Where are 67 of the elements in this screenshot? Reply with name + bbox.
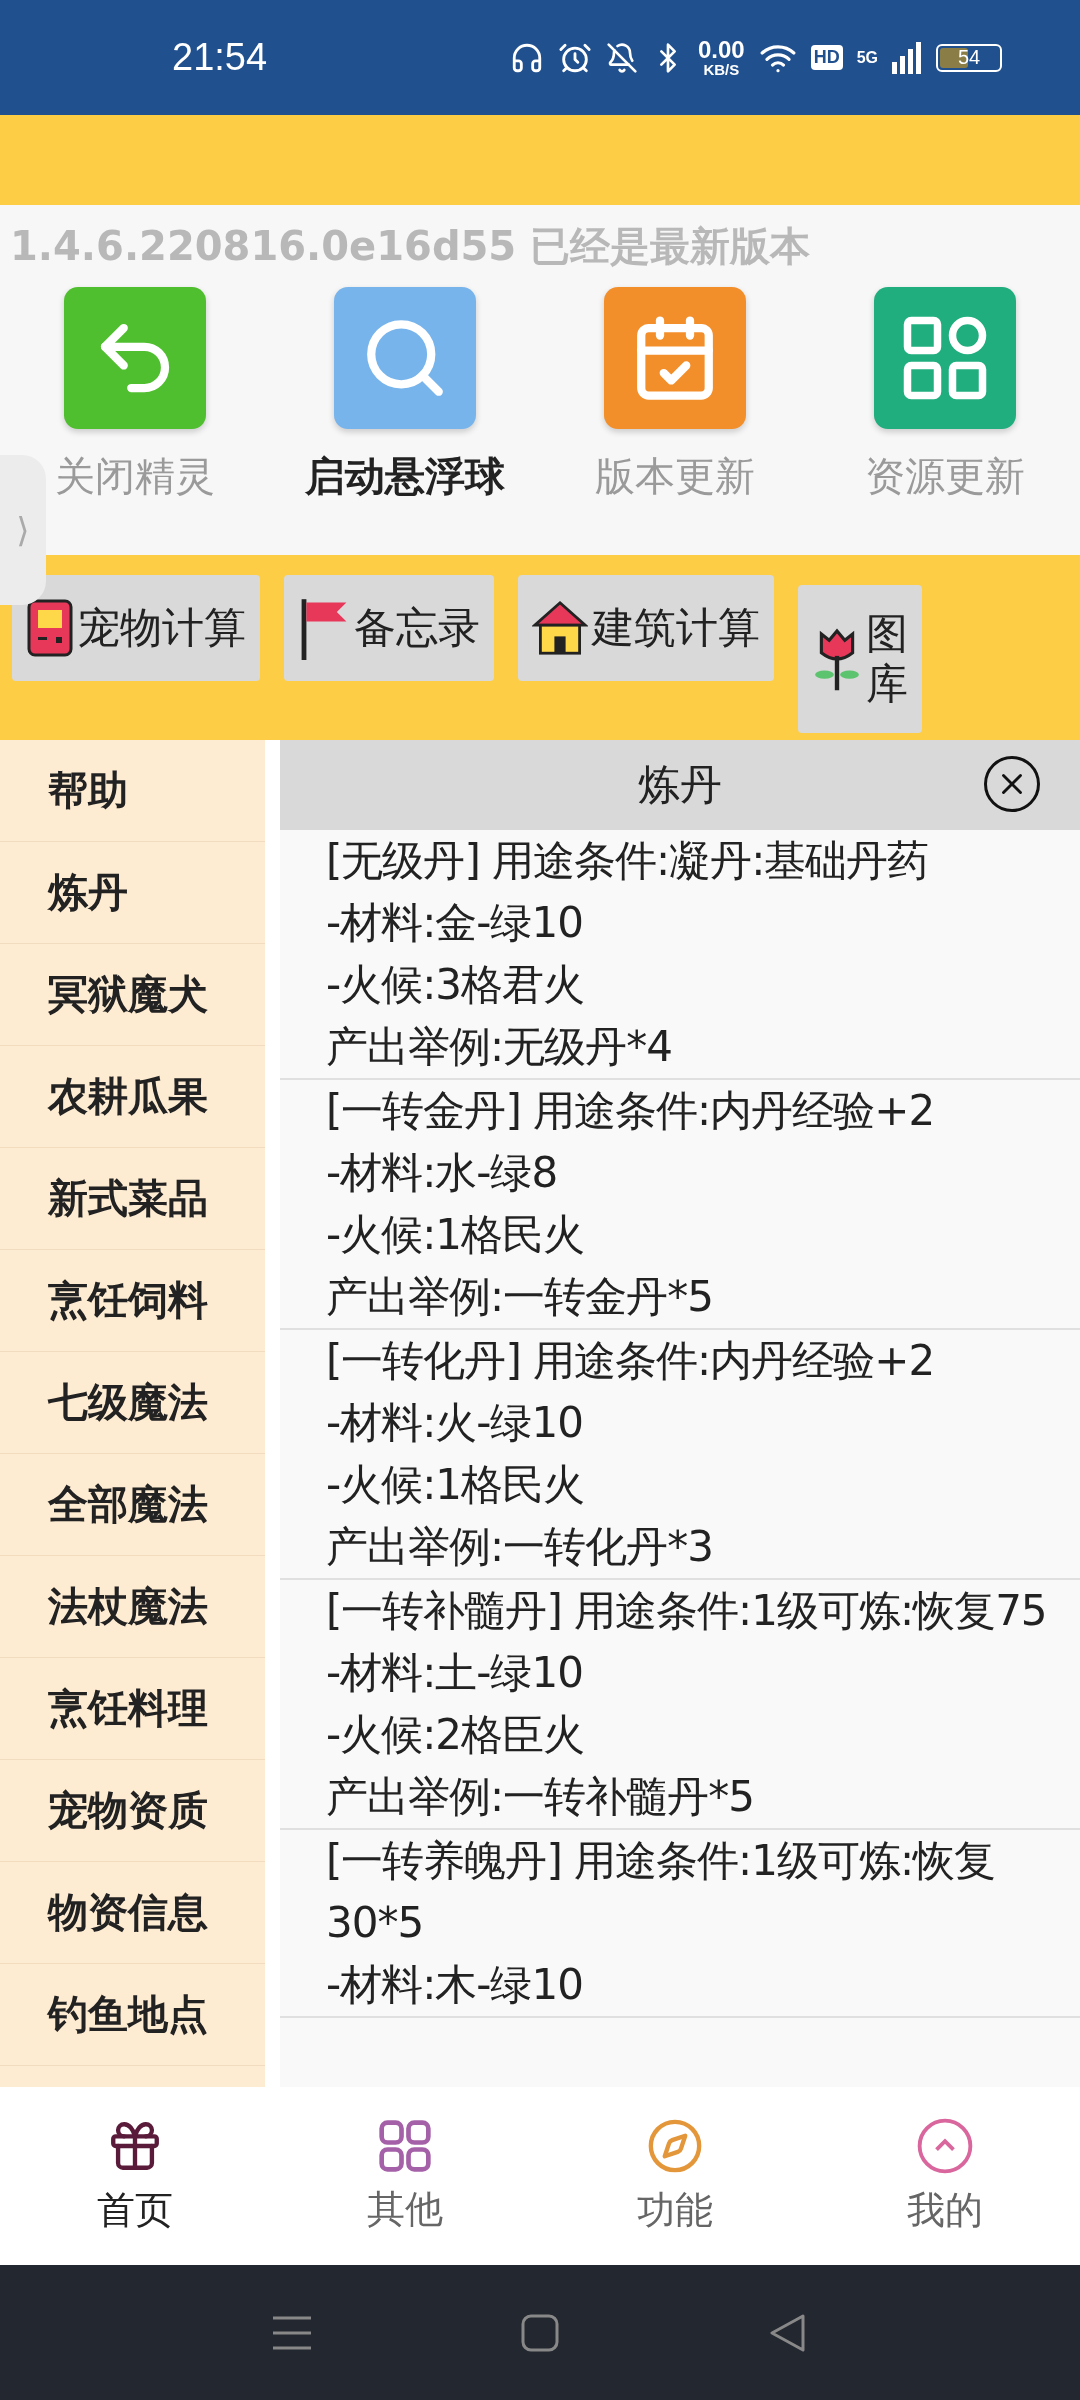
tool-button[interactable]: 建筑计算 bbox=[518, 575, 774, 681]
entry-line: -火候:1格民火 bbox=[326, 1459, 586, 1511]
sidebar-item[interactable]: 烹饪料理 bbox=[0, 1658, 265, 1760]
nav-tab[interactable]: 我的 bbox=[810, 2087, 1080, 2265]
clock-time: 21:54 bbox=[172, 36, 268, 79]
entry-line: -材料:土-绿10 bbox=[326, 1647, 584, 1699]
menu-icon[interactable] bbox=[273, 2314, 311, 2351]
network-type: 5G bbox=[856, 48, 878, 67]
shortcut-label: 版本更新 bbox=[595, 452, 755, 501]
sidebar-item[interactable]: 钓鱼地点 bbox=[0, 1964, 265, 2066]
entry-line: 产出举例:无级丹*4 bbox=[326, 1021, 673, 1073]
hd-badge: HD bbox=[810, 45, 843, 70]
entry-line: -材料:金-绿10 bbox=[326, 897, 584, 949]
sidebar-item[interactable]: 法杖魔法 bbox=[0, 1556, 265, 1658]
nav-tab[interactable]: 首页 bbox=[0, 2087, 270, 2265]
shortcut-label: 启动悬浮球 bbox=[305, 452, 505, 501]
sidebar-item[interactable]: 帮助 bbox=[0, 740, 265, 842]
house-icon bbox=[532, 599, 588, 657]
tool-button[interactable]: 宠物计算 bbox=[12, 575, 260, 681]
grid-icon bbox=[377, 2117, 433, 2174]
entry-line: [一转养魄丹] 用途条件:1级可炼:恢复30*5 bbox=[326, 1835, 997, 1949]
nav-label: 我的 bbox=[907, 2186, 983, 2234]
entry-line: [无级丹] 用途条件:凝丹:基础丹药 bbox=[326, 835, 930, 887]
shortcut-button[interactable]: 启动悬浮球 bbox=[270, 287, 540, 504]
signal-icon bbox=[892, 41, 922, 74]
entry-line: -火候:1格民火 bbox=[326, 1209, 586, 1261]
back-icon[interactable] bbox=[769, 2313, 807, 2352]
sidebar-item[interactable]: 烹饪饲料 bbox=[0, 1250, 265, 1352]
entry-line: [一转补髓丹] 用途条件:1级可炼:恢复75 bbox=[326, 1585, 1048, 1637]
tool-button[interactable]: 图库 bbox=[798, 585, 922, 733]
entry-line: -材料:火-绿10 bbox=[326, 1397, 584, 1449]
entry-line: [一转金丹] 用途条件:内丹经验+2 bbox=[326, 1085, 936, 1137]
entry-line: -材料:水-绿8 bbox=[326, 1147, 559, 1199]
nav-label: 首页 bbox=[97, 2186, 173, 2234]
sidebar-item[interactable]: 七级魔法 bbox=[0, 1352, 265, 1454]
sidebar-item[interactable]: 物资信息 bbox=[0, 1862, 265, 1964]
battery-icon: 54 bbox=[936, 43, 1002, 72]
version-notice: 1.4.6.220816.0e16d55 已经是最新版本 bbox=[9, 221, 812, 271]
entry-line: [一转化丹] 用途条件:内丹经验+2 bbox=[326, 1335, 936, 1387]
sidebar-item[interactable]: 新式菜品 bbox=[0, 1148, 265, 1250]
speed-value: 0.00 bbox=[697, 38, 745, 62]
entry-line: -火候:3格君火 bbox=[326, 959, 586, 1011]
sidebar-item[interactable]: 农耕瓜果 bbox=[0, 1046, 265, 1148]
flower-icon bbox=[812, 627, 862, 691]
nav-label: 其他 bbox=[367, 2185, 443, 2233]
entry-line: 产出举例:一转补髓丹*5 bbox=[326, 1771, 755, 1823]
sidebar-item[interactable]: 冥狱魔犬 bbox=[0, 944, 265, 1046]
shortcut-label: 资源更新 bbox=[865, 452, 1025, 501]
chevron-up-circle-icon bbox=[916, 2116, 974, 2175]
entry-line: 产出举例:一转化丹*3 bbox=[326, 1521, 714, 1573]
close-button[interactable] bbox=[984, 756, 1040, 812]
speed-unit: KB/S bbox=[703, 62, 740, 77]
nav-label: 功能 bbox=[637, 2186, 713, 2234]
entry-line: -火候:2格臣火 bbox=[326, 1709, 586, 1761]
sidebar-item[interactable]: 宠物资质 bbox=[0, 1760, 265, 1862]
tool-button[interactable]: 备忘录 bbox=[284, 575, 494, 681]
handheld-console-icon bbox=[26, 598, 74, 658]
panel-title: 炼丹 bbox=[638, 759, 722, 811]
sidebar-item[interactable]: 炼丹 bbox=[0, 842, 265, 944]
entry-line: 产出举例:一转金丹*5 bbox=[326, 1271, 714, 1323]
bell-off-icon bbox=[605, 41, 638, 74]
entry-line: -材料:木-绿10 bbox=[326, 1959, 584, 2011]
nav-tab[interactable]: 其他 bbox=[270, 2087, 540, 2265]
home-icon[interactable] bbox=[521, 2313, 559, 2352]
nav-tab[interactable]: 功能 bbox=[540, 2087, 810, 2265]
shortcut-label: 关闭精灵 bbox=[55, 452, 215, 501]
sidebar-item[interactable]: 全部魔法 bbox=[0, 1454, 265, 1556]
